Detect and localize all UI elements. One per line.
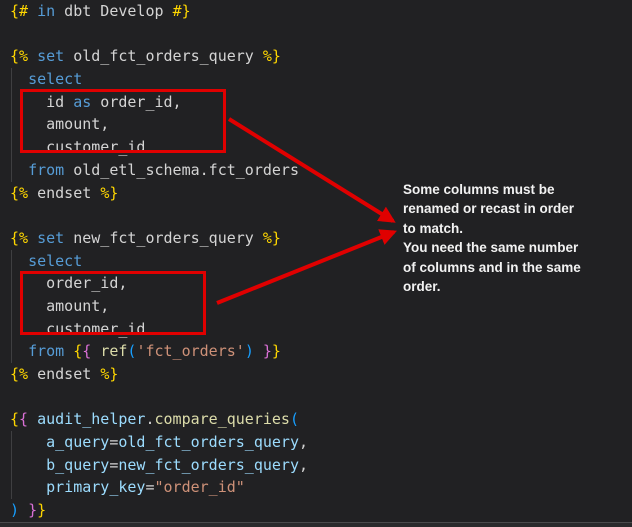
code-token: old_fct_orders_query [118,433,299,451]
code-line: from old_etl_schema.fct_orders [10,159,632,182]
code-token: ref [100,342,127,360]
code-token [28,410,37,428]
indent-guide [11,68,12,182]
code-token: 'fct_orders' [136,342,244,360]
code-token [10,456,46,474]
annotation-note-line: order. [403,277,628,296]
annotation-note-line: Some columns must be [403,180,628,199]
code-token [10,478,46,496]
panel-divider [0,522,632,527]
code-token: {% [10,229,28,247]
code-line: a_query=old_fct_orders_query, [10,431,632,454]
annotation-note-line: to match. [403,219,628,238]
code-token: dbt Develop [55,2,172,20]
code-token: = [145,478,154,496]
code-token [28,2,37,20]
code-token [10,342,28,360]
code-token: %} [100,184,118,202]
code-token: set [37,47,64,65]
code-token: ) [245,342,254,360]
code-token: ) [10,501,19,519]
code-token: audit_helper [37,410,145,428]
code-line: b_query=new_fct_orders_query, [10,454,632,477]
code-line: from {{ ref('fct_orders') }} [10,340,632,363]
code-token: {% [10,365,28,383]
code-line: {# in dbt Develop #} [10,0,632,23]
code-token: old_etl_schema.fct_orders [64,161,299,179]
code-token: new_fct_orders_query [118,456,299,474]
code-token: %} [100,365,118,383]
code-token [19,501,28,519]
code-token: , [299,456,308,474]
code-token [64,342,73,360]
code-token: from [28,161,64,179]
code-token: { [73,342,82,360]
code-token [28,229,37,247]
annotation-note-line: of columns and in the same [403,258,628,277]
code-line: primary_key="order_id" [10,476,632,499]
code-token: . [145,410,154,428]
annotation-note: Some columns must berenamed or recast in… [403,180,628,296]
code-token [10,70,28,88]
code-token: endset [28,184,100,202]
code-token: { [19,410,28,428]
code-token: b_query [46,456,109,474]
code-token: { [10,410,19,428]
code-token: } [37,501,46,519]
code-token: select [28,252,82,270]
highlight-box-new-columns [20,271,206,335]
code-token [254,342,263,360]
indent-guide [11,431,12,499]
code-token: primary_key [46,478,145,496]
code-token: select [28,70,82,88]
code-line: ) }} [10,499,632,522]
code-token [28,47,37,65]
dbt-develop-editor-screenshot: {# in dbt Develop #} {% set old_fct_order… [0,0,632,527]
code-token: , [299,433,308,451]
code-token [91,342,100,360]
code-token [10,252,28,270]
code-token: ( [290,410,299,428]
code-token: endset [28,365,100,383]
code-token [10,433,46,451]
code-token: compare_queries [155,410,290,428]
code-line [10,386,632,409]
code-token: a_query [46,433,109,451]
code-line: {{ audit_helper.compare_queries( [10,408,632,431]
indent-guide [11,250,12,363]
code-token: "order_id" [155,478,245,496]
code-token: old_fct_orders_query [64,47,263,65]
code-line: select [10,68,632,91]
code-token: {# [10,2,28,20]
code-token: %} [263,229,281,247]
code-token: {% [10,184,28,202]
code-token: } [263,342,272,360]
code-token: in [37,2,55,20]
annotation-note-line: You need the same number [403,238,628,257]
code-token [10,161,28,179]
code-token: #} [173,2,191,20]
code-token: } [28,501,37,519]
annotation-note-line: renamed or recast in order [403,199,628,218]
code-token: { [82,342,91,360]
code-token: set [37,229,64,247]
code-token: from [28,342,64,360]
code-token: {% [10,47,28,65]
code-line: {% set old_fct_orders_query %} [10,45,632,68]
code-line: {% endset %} [10,363,632,386]
highlight-box-old-columns [20,89,226,153]
code-token: new_fct_orders_query [64,229,263,247]
code-token: %} [263,47,281,65]
code-line [10,23,632,46]
code-token: } [272,342,281,360]
